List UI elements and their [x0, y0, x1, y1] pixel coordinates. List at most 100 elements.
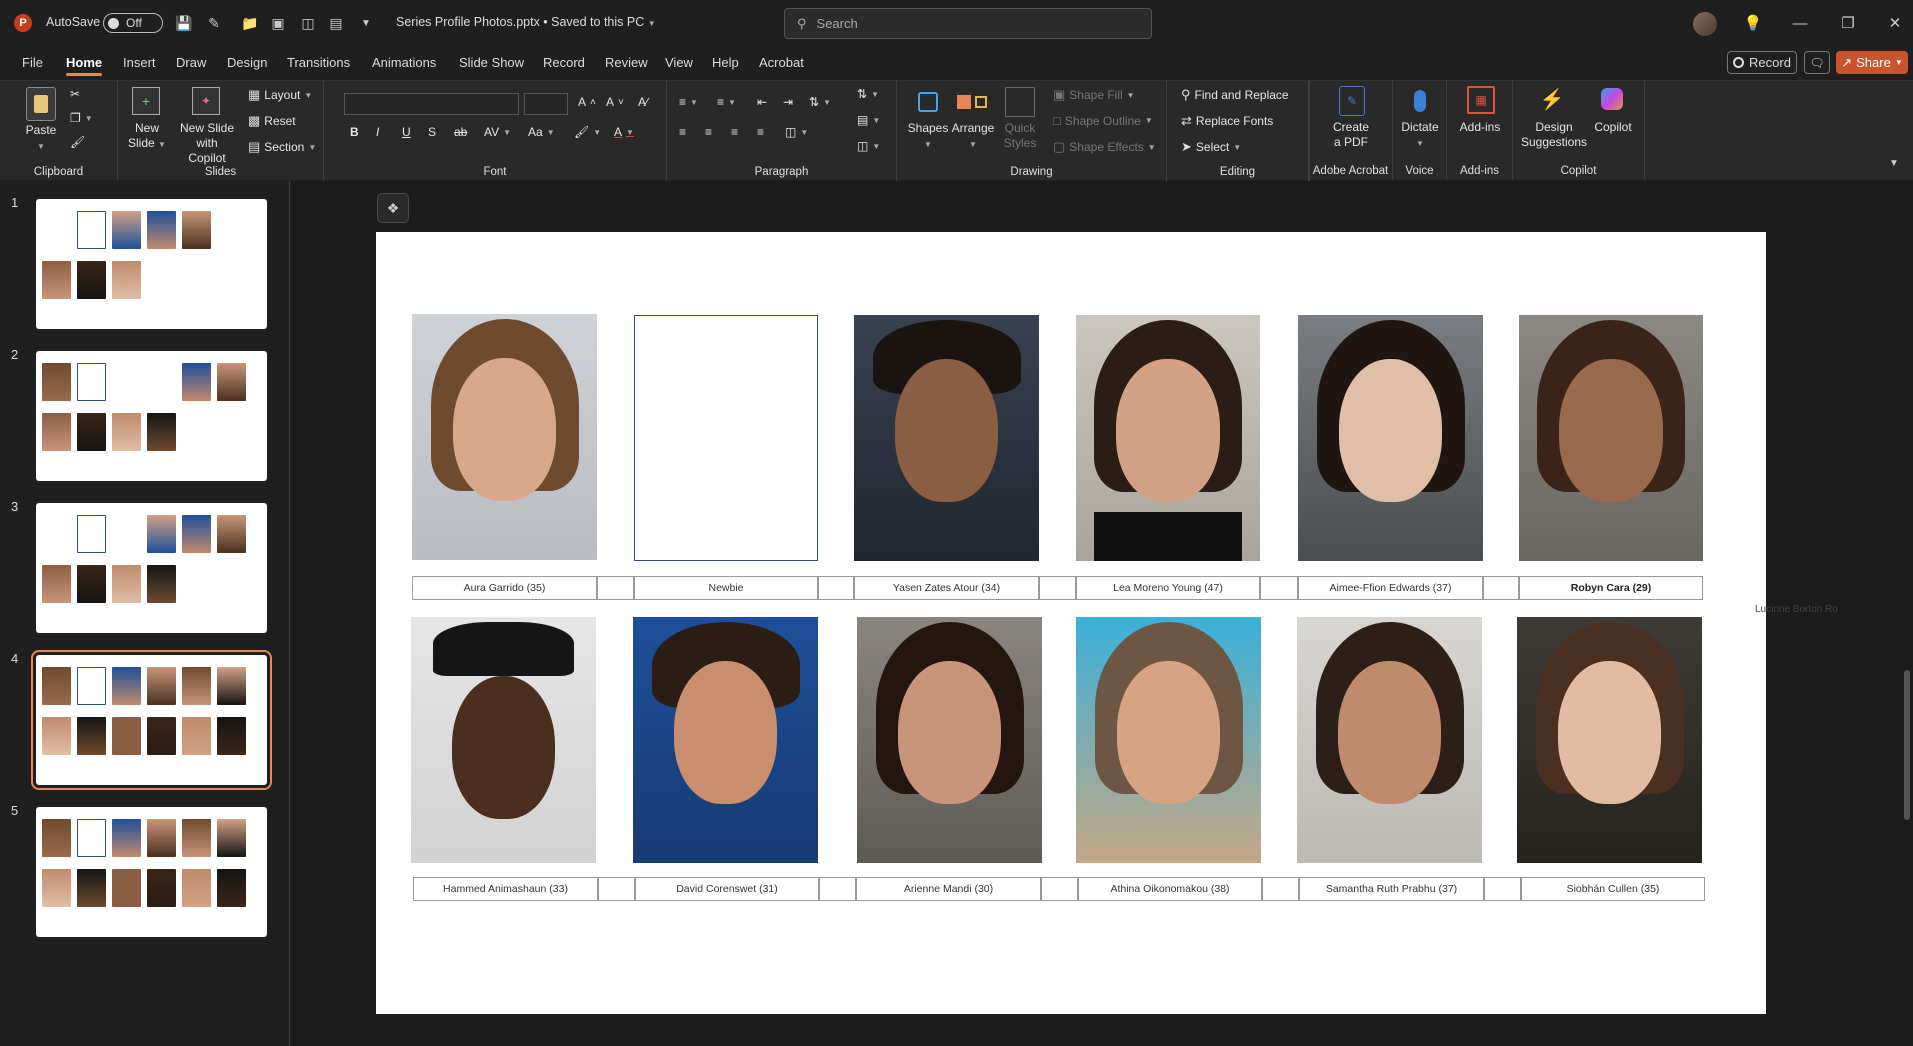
- tab-insert[interactable]: Insert: [123, 55, 156, 70]
- name-cell[interactable]: Yasen Zates Atour (34): [854, 576, 1039, 600]
- customize-qat-icon[interactable]: ▼: [356, 13, 376, 33]
- name-cell[interactable]: Aimee-Ffion Edwards (37): [1298, 576, 1483, 600]
- arrange-button[interactable]: Arrange ▼: [947, 121, 999, 152]
- font-name-input[interactable]: [344, 93, 519, 115]
- shape-fill-button[interactable]: ▣ Shape Fill ▼: [1053, 87, 1135, 103]
- name-cell[interactable]: Samantha Ruth Prabhu (37): [1299, 877, 1484, 901]
- comments-icon[interactable]: 🗨: [1804, 51, 1830, 74]
- slide-thumbnail-3[interactable]: [36, 503, 267, 633]
- tab-help[interactable]: Help: [712, 55, 739, 70]
- change-case-icon[interactable]: Aa ▼: [528, 125, 555, 139]
- photo-aura-garrido[interactable]: [412, 314, 597, 560]
- tab-view[interactable]: View: [665, 55, 693, 70]
- slide-thumbnail-4[interactable]: [31, 650, 272, 790]
- select-button[interactable]: ➤ Select ▼: [1181, 139, 1241, 155]
- name-cell[interactable]: Lea Moreno Young (47): [1076, 576, 1260, 600]
- layout-button[interactable]: ▦ Layout ▼: [248, 87, 312, 103]
- tab-file[interactable]: File: [22, 55, 43, 70]
- new-slide-copilot-button[interactable]: New Slide with Copilot: [176, 121, 238, 166]
- bold-icon[interactable]: B: [350, 125, 359, 139]
- char-spacing-icon[interactable]: AV ▼: [484, 125, 511, 139]
- replace-fonts-button[interactable]: ⇄ Replace Fonts: [1181, 113, 1273, 129]
- smartart-icon[interactable]: ◫ ▼: [857, 139, 880, 153]
- tab-record[interactable]: Record: [543, 55, 585, 70]
- shrink-font-icon[interactable]: A ˅: [606, 95, 624, 109]
- numbering-icon[interactable]: ≡ ▼: [717, 95, 736, 109]
- new-slide-button[interactable]: New Slide ▼: [124, 121, 170, 152]
- microphone-icon[interactable]: [1409, 84, 1431, 118]
- quick-styles-button[interactable]: Quick Styles: [997, 121, 1043, 151]
- shape-effects-button[interactable]: ▢ Shape Effects ▼: [1053, 139, 1156, 155]
- justify-icon[interactable]: ≡: [757, 125, 764, 139]
- photo-placeholder-newbie[interactable]: [634, 315, 818, 561]
- copilot-button[interactable]: Copilot: [1591, 120, 1635, 135]
- align-left-icon[interactable]: ≡: [679, 125, 686, 139]
- tab-design[interactable]: Design: [227, 55, 267, 70]
- save-as-icon[interactable]: ✎: [204, 13, 224, 33]
- dictate-button[interactable]: Dictate ▼: [1395, 120, 1445, 151]
- format-painter-icon[interactable]: 🖌: [70, 135, 85, 149]
- highlight-icon[interactable]: 🖌 ▼: [574, 125, 601, 139]
- copy-icon[interactable]: ❐ ▼: [70, 111, 93, 125]
- name-cell[interactable]: Newbie: [634, 576, 818, 600]
- slide-thumbnail-1[interactable]: [36, 199, 267, 329]
- paste-button[interactable]: Paste ▼: [20, 123, 62, 154]
- design-suggestions-button[interactable]: Design Suggestions: [1515, 120, 1593, 150]
- new-slide-icon[interactable]: +: [132, 87, 160, 115]
- addins-icon[interactable]: ▦: [1467, 86, 1495, 114]
- vertical-scrollbar[interactable]: [1904, 670, 1910, 820]
- align-center-icon[interactable]: ≡: [705, 125, 712, 139]
- new-slide-copilot-icon[interactable]: ✦: [192, 87, 220, 115]
- record-button[interactable]: Record: [1727, 51, 1797, 74]
- picture-icon[interactable]: ◫: [298, 13, 318, 33]
- italic-icon[interactable]: I: [376, 125, 379, 139]
- font-size-input[interactable]: [524, 93, 568, 115]
- bullets-icon[interactable]: ≡ ▼: [679, 95, 698, 109]
- text-direction-icon[interactable]: ⇅ ▼: [857, 87, 879, 101]
- photo-robyn-cara[interactable]: [1519, 315, 1703, 561]
- photo-siobhan-cullen[interactable]: [1517, 617, 1702, 863]
- addins-button[interactable]: Add-ins: [1449, 120, 1511, 135]
- open-folder-icon[interactable]: 📁: [240, 13, 260, 33]
- arrange-icon[interactable]: [957, 87, 987, 117]
- offslide-text[interactable]: Lucinne Borton Ro: [1755, 604, 1838, 615]
- tab-review[interactable]: Review: [605, 55, 648, 70]
- line-spacing-icon[interactable]: ⇅ ▼: [809, 95, 831, 109]
- photo-lea-moreno-young[interactable]: [1076, 315, 1260, 561]
- create-pdf-button[interactable]: Create a PDF: [1319, 120, 1383, 150]
- designer-icon[interactable]: ❖: [377, 193, 409, 223]
- columns-icon[interactable]: ◫ ▼: [785, 125, 808, 139]
- name-cell[interactable]: Aura Garrido (35): [412, 576, 597, 600]
- name-cell[interactable]: Robyn Cara (29): [1519, 576, 1703, 600]
- clear-format-icon[interactable]: A∕: [638, 95, 648, 109]
- align-text-icon[interactable]: ▤ ▼: [857, 113, 880, 127]
- reset-button[interactable]: ▩ Reset: [248, 113, 296, 129]
- photo-samantha-ruth-prabhu[interactable]: [1297, 617, 1482, 863]
- underline-icon[interactable]: U: [402, 125, 411, 139]
- cut-icon[interactable]: ✂: [70, 87, 80, 101]
- photo-david-corenswet[interactable]: [633, 617, 818, 863]
- close-icon[interactable]: ✕: [1880, 10, 1910, 36]
- section-button[interactable]: ▤ Section ▼: [248, 139, 316, 155]
- grow-font-icon[interactable]: A ˄: [578, 95, 596, 109]
- photo-athina-oikonomakou[interactable]: [1076, 617, 1261, 863]
- photo-arienne-mandi[interactable]: [857, 617, 1042, 863]
- shapes-icon[interactable]: [913, 87, 943, 117]
- align-right-icon[interactable]: ≡: [731, 125, 738, 139]
- tab-acrobat[interactable]: Acrobat: [759, 55, 804, 70]
- shadow-icon[interactable]: S: [428, 125, 436, 139]
- name-cell[interactable]: Athina Oikonomakou (38): [1078, 877, 1262, 901]
- restore-icon[interactable]: ❐: [1833, 10, 1863, 36]
- find-replace-button[interactable]: ⚲ Find and Replace: [1181, 87, 1289, 103]
- document-title[interactable]: Series Profile Photos.pptx • Saved to th…: [396, 15, 656, 29]
- search-box[interactable]: ⚲ Search: [784, 8, 1152, 39]
- save-icon[interactable]: 💾: [174, 13, 194, 33]
- minimize-icon[interactable]: —: [1785, 10, 1815, 36]
- collapse-ribbon-icon[interactable]: ▼: [1889, 158, 1899, 169]
- slide-canvas[interactable]: Aura Garrido (35) Newbie Yasen Zates Ato…: [376, 232, 1766, 1014]
- present-icon[interactable]: ▣: [268, 13, 288, 33]
- slide-thumbnail-2[interactable]: [36, 351, 267, 481]
- tab-home[interactable]: Home: [66, 55, 103, 76]
- tab-slide-show[interactable]: Slide Show: [459, 55, 524, 70]
- name-cell[interactable]: Siobhán Cullen (35): [1521, 877, 1705, 901]
